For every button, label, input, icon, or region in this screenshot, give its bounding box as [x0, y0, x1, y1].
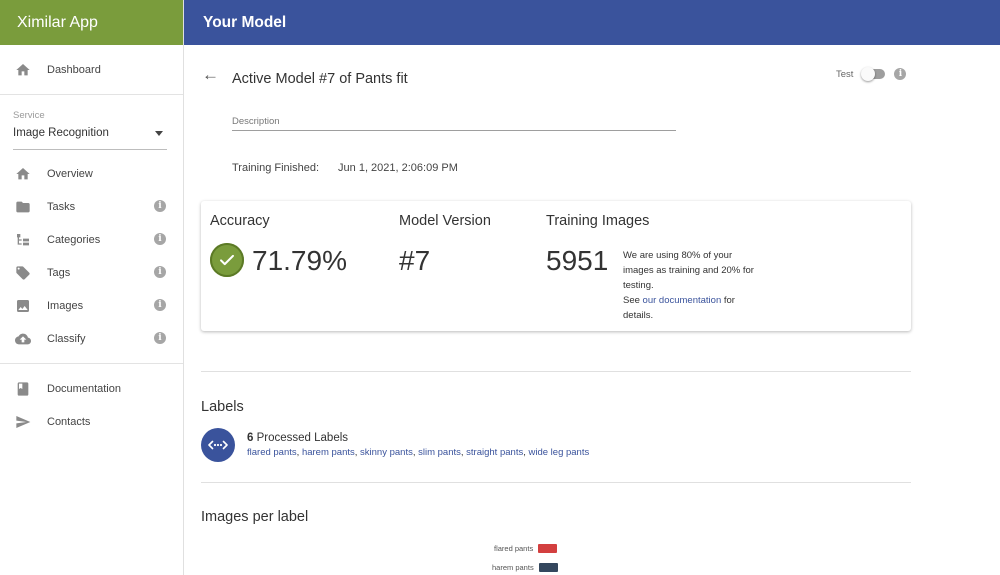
sidebar-item-tasks[interactable]: Tasks i [0, 190, 183, 223]
service-select[interactable]: Image Recognition [0, 121, 183, 141]
label-link[interactable]: harem pants [302, 447, 355, 458]
legend-item: flared pants [494, 544, 558, 553]
info-icon[interactable]: i [154, 233, 166, 245]
sidebar-item-label: Classify [47, 332, 86, 345]
legend-swatch [538, 563, 558, 572]
cloud-upload-icon [14, 330, 32, 348]
sidebar-item-label: Tags [47, 266, 71, 279]
test-toggle[interactable] [861, 67, 886, 81]
info-icon[interactable]: i [154, 299, 166, 311]
sidebar-item-contacts[interactable]: Contacts [0, 405, 183, 438]
label-link[interactable]: slim pants [418, 447, 461, 458]
toggle-knob [861, 67, 876, 81]
labels-arrows-icon [201, 428, 235, 462]
sidebar-item-categories[interactable]: Categories i [0, 223, 183, 256]
info-icon[interactable]: i [154, 266, 166, 278]
sidebar-item-overview[interactable]: Overview [0, 157, 183, 190]
image-icon [14, 297, 32, 315]
processed-labels-count: 6 Processed Labels [247, 432, 589, 444]
sidebar-item-label: Contacts [47, 415, 91, 428]
legend-item: harem pants [492, 563, 558, 572]
info-icon[interactable]: i [154, 332, 166, 344]
model-version-heading: Model Version [399, 213, 491, 229]
labels-list: flared pants, harem pants, skinny pants,… [247, 447, 589, 458]
labels-heading: Labels [201, 399, 244, 415]
sidebar-item-label: Tasks [47, 200, 76, 213]
divider [201, 371, 911, 372]
model-title: Active Model #7 of Pants fit [232, 71, 408, 87]
sidebar-item-label: Dashboard [47, 63, 101, 76]
sidebar-item-dashboard[interactable]: Dashboard [0, 53, 183, 86]
training-finished-label: Training Finished: [232, 162, 320, 174]
check-icon [210, 243, 244, 277]
training-finished-row: Training Finished: Jun 1, 2021, 2:06:09 … [232, 162, 458, 174]
sidebar-item-label: Overview [47, 167, 93, 180]
divider [0, 363, 183, 364]
page-header: Your Model [184, 0, 1000, 45]
accuracy-value: 71.79% [252, 245, 347, 276]
labels-count-suffix: Processed Labels [253, 432, 349, 444]
sidebar-item-label: Categories [47, 233, 101, 246]
legend-label: flared pants [494, 544, 534, 553]
back-arrow-icon[interactable]: ← [202, 65, 219, 85]
divider [201, 482, 911, 483]
send-icon [14, 413, 32, 431]
test-label: Test [836, 68, 854, 80]
home-icon [14, 61, 32, 79]
info-icon[interactable]: i [894, 68, 907, 80]
folder-icon [14, 198, 32, 216]
sidebar-item-images[interactable]: Images i [0, 289, 183, 322]
book-icon [14, 380, 32, 398]
training-images-value: 5951 [546, 245, 609, 276]
training-note-text: We are using 80% of your images as train… [623, 250, 754, 291]
model-stats-card: Accuracy 71.79% Model Version #7 Trainin… [201, 201, 911, 331]
sidebar-item-documentation[interactable]: Documentation [0, 372, 183, 405]
documentation-link[interactable]: our documentation [643, 295, 722, 306]
sidebar-item-label: Images [47, 299, 84, 312]
service-selected-value: Image Recognition [13, 127, 109, 139]
legend-label: harem pants [492, 563, 534, 572]
description-field-label[interactable]: Description [232, 116, 280, 127]
sidebar: Ximilar App Dashboard Service Image Reco… [0, 0, 184, 575]
label-link[interactable]: straight pants [466, 447, 523, 458]
main-content: ← Active Model #7 of Pants fit Test i De… [184, 45, 1000, 575]
label-link[interactable]: flared pants [247, 447, 297, 458]
labels-text: 6 Processed Labels flared pants, harem p… [247, 428, 589, 462]
test-toggle-group: Test i [836, 67, 907, 81]
images-per-label-heading: Images per label [201, 509, 309, 525]
training-note: We are using 80% of your images as train… [623, 248, 763, 323]
divider [0, 94, 183, 95]
service-label: Service [13, 110, 45, 121]
accuracy-heading: Accuracy [210, 213, 270, 229]
sidebar-item-tags[interactable]: Tags i [0, 256, 183, 289]
app-title[interactable]: Ximilar App [0, 0, 183, 45]
tag-icon [14, 264, 32, 282]
label-link[interactable]: wide leg pants [529, 447, 590, 458]
label-link[interactable]: skinny pants [360, 447, 413, 458]
sidebar-item-classify[interactable]: Classify i [0, 322, 183, 355]
info-icon[interactable]: i [154, 200, 166, 212]
select-underline [13, 149, 167, 150]
training-finished-value: Jun 1, 2021, 2:06:09 PM [338, 162, 458, 174]
sidebar-item-label: Documentation [47, 382, 121, 395]
description-field[interactable] [232, 130, 676, 131]
training-images-heading: Training Images [546, 213, 650, 229]
legend-swatch [538, 544, 558, 553]
home-icon [14, 165, 32, 183]
training-note-see: See [623, 295, 643, 306]
model-version-value: #7 [399, 245, 431, 276]
tree-icon [14, 231, 32, 249]
labels-summary: 6 Processed Labels flared pants, harem p… [201, 428, 589, 462]
chevron-down-icon [155, 130, 163, 136]
